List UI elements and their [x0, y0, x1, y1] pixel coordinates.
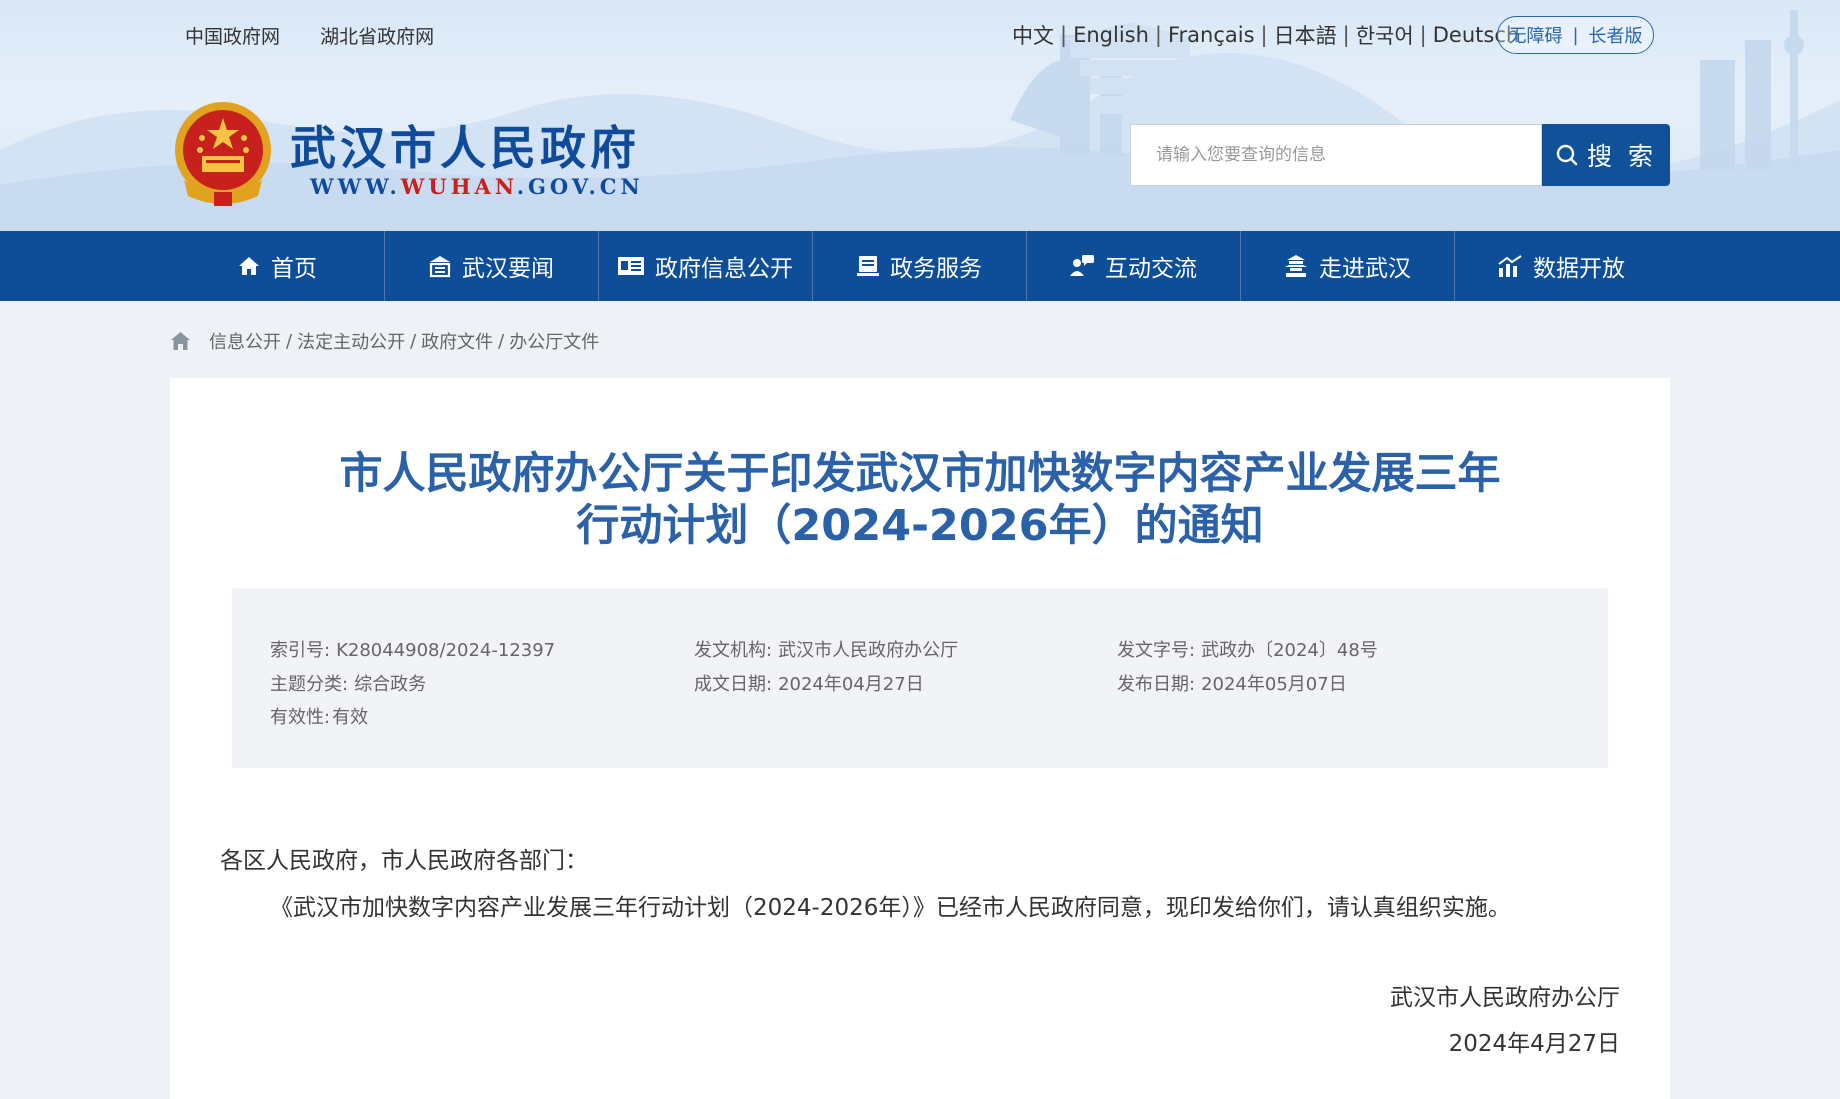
- meta-index: 索引号: K28044908/2024-12397: [270, 636, 555, 662]
- url-suffix: .GOV.CN: [516, 174, 644, 199]
- nav-home[interactable]: 首页: [170, 231, 384, 301]
- nav-government-service[interactable]: 政务服务: [812, 231, 1026, 301]
- nav-label: 数据开放: [1533, 256, 1625, 282]
- elderly-mode-link[interactable]: 长者版: [1589, 22, 1643, 48]
- accessibility-toggle: 无障碍 | 长者版: [1497, 16, 1654, 54]
- url-prefix: WWW.: [310, 174, 401, 199]
- breadcrumb-separator: /: [410, 330, 417, 352]
- document-title: 市人民政府办公厅关于印发武汉市加快数字内容产业发展三年 行动计划（2024-20…: [170, 448, 1670, 552]
- national-emblem-icon: [175, 102, 271, 206]
- nav-label: 走进武汉: [1319, 256, 1411, 282]
- nav-label: 首页: [271, 256, 317, 282]
- meta-topic: 主题分类: 综合政务: [270, 670, 426, 696]
- site-title: 武汉市人民政府: [290, 121, 640, 175]
- signature-organization: 武汉市人民政府办公厅: [1390, 985, 1620, 1011]
- meta-value: K28044908/2024-12397: [336, 640, 556, 661]
- meta-label: 发文字号:: [1117, 640, 1196, 661]
- document-title-line: 行动计划（2024-2026年）的通知: [576, 501, 1264, 551]
- nav-open-data[interactable]: 数据开放: [1454, 231, 1668, 301]
- info-open-icon: [618, 257, 644, 275]
- document-paragraph: 《武汉市加快数字内容产业发展三年行动计划（2024-2026年）》已经市人民政府…: [270, 895, 1511, 921]
- lang-french[interactable]: Français: [1168, 23, 1255, 47]
- meta-published-date: 发布日期: 2024年05月07日: [1117, 670, 1347, 696]
- meta-label: 成文日期:: [694, 674, 773, 695]
- signature-date: 2024年4月27日: [1448, 1031, 1620, 1057]
- home-icon: [239, 257, 259, 275]
- news-icon: [429, 256, 451, 278]
- meta-value: 有效: [332, 707, 369, 728]
- nav-wuhan-news[interactable]: 武汉要闻: [384, 231, 598, 301]
- barrier-free-link[interactable]: 无障碍: [1508, 22, 1562, 48]
- document-title-line: 市人民政府办公厅关于印发武汉市加快数字内容产业发展三年: [339, 449, 1501, 499]
- lang-japanese[interactable]: 日本語: [1274, 20, 1337, 50]
- breadcrumb-item[interactable]: 法定主动公开: [297, 328, 405, 354]
- document-metadata: 索引号: K28044908/2024-12397 发文机构: 武汉市人民政府办公厅…: [232, 588, 1608, 768]
- search-button-label: 搜 索: [1587, 142, 1657, 171]
- search-box: [1130, 124, 1542, 186]
- lang-korean[interactable]: 한국어: [1356, 20, 1414, 50]
- divider: |: [1419, 23, 1427, 47]
- meta-value: 2024年05月07日: [1201, 674, 1347, 695]
- url-highlight: WUHAN: [400, 174, 517, 199]
- nav-label: 武汉要闻: [462, 256, 554, 282]
- city-icon: [1285, 255, 1307, 277]
- meta-value: 2024年04月27日: [778, 674, 924, 695]
- link-hubei-gov[interactable]: 湖北省政府网: [320, 26, 434, 48]
- divider: |: [1060, 23, 1068, 47]
- meta-value: 综合政务: [354, 674, 427, 695]
- top-links: 中国政府网 湖北省政府网: [185, 22, 468, 49]
- meta-label: 有效性:: [270, 707, 331, 728]
- meta-label: 发布日期:: [1117, 674, 1196, 695]
- interaction-icon: [1070, 255, 1094, 276]
- search-button[interactable]: 搜 索: [1542, 124, 1670, 186]
- meta-label: 索引号:: [270, 640, 331, 661]
- breadcrumb-separator: /: [286, 330, 293, 352]
- meta-label: 主题分类:: [270, 674, 349, 695]
- breadcrumb-separator: /: [498, 330, 505, 352]
- search-icon: [1556, 144, 1578, 166]
- nav-label: 互动交流: [1105, 256, 1197, 282]
- language-switcher: 中文 | English | Français | 日本語 | 한국어 | Deutsch: [1012, 20, 1519, 50]
- divider: |: [1342, 23, 1350, 47]
- document-panel: 市人民政府办公厅关于印发武汉市加快数字内容产业发展三年 行动计划（2024-20…: [170, 378, 1670, 1099]
- breadcrumb-item[interactable]: 办公厅文件: [509, 328, 599, 354]
- nav-discover-wuhan[interactable]: 走进武汉: [1240, 231, 1454, 301]
- data-chart-icon: [1498, 255, 1522, 277]
- meta-validity: 有效性: 有效: [270, 703, 368, 729]
- nav-label: 政府信息公开: [655, 256, 793, 282]
- breadcrumb-home-icon[interactable]: [170, 331, 191, 351]
- meta-label: 发文机构:: [694, 640, 773, 661]
- nav-info-disclosure[interactable]: 政府信息公开: [598, 231, 812, 301]
- breadcrumb: 信息公开 / 法定主动公开 / 政府文件 / 办公厅文件: [170, 328, 599, 354]
- breadcrumb-item[interactable]: 政府文件: [421, 328, 493, 354]
- main-nav: 首页 武汉要闻 政府信息公开 政务服务 互动交流 走进武汉 数据开放: [0, 231, 1840, 301]
- divider: |: [1572, 24, 1579, 46]
- divider: |: [1154, 23, 1162, 47]
- nav-label: 政务服务: [890, 256, 982, 282]
- meta-value: 武汉市人民政府办公厅: [778, 640, 959, 661]
- lang-english[interactable]: English: [1073, 23, 1149, 47]
- meta-created-date: 成文日期: 2024年04月27日: [694, 670, 924, 696]
- service-icon: [857, 256, 879, 276]
- meta-issuer: 发文机构: 武汉市人民政府办公厅: [694, 636, 958, 662]
- divider: |: [1260, 23, 1268, 47]
- breadcrumb-item[interactable]: 信息公开: [209, 328, 281, 354]
- link-china-gov[interactable]: 中国政府网: [185, 26, 280, 48]
- nav-interaction[interactable]: 互动交流: [1026, 231, 1240, 301]
- meta-value: 武政办〔2024〕48号: [1201, 640, 1378, 661]
- lang-chinese[interactable]: 中文: [1012, 20, 1054, 50]
- document-salutation: 各区人民政府，市人民政府各部门：: [220, 848, 588, 874]
- search-input[interactable]: [1131, 125, 1541, 185]
- site-header: 中国政府网 湖北省政府网 中文 | English | Français | 日本語 |…: [0, 0, 1840, 231]
- site-url: WWW.WUHAN.GOV.CN: [310, 174, 644, 199]
- meta-doc-number: 发文字号: 武政办〔2024〕48号: [1117, 636, 1378, 662]
